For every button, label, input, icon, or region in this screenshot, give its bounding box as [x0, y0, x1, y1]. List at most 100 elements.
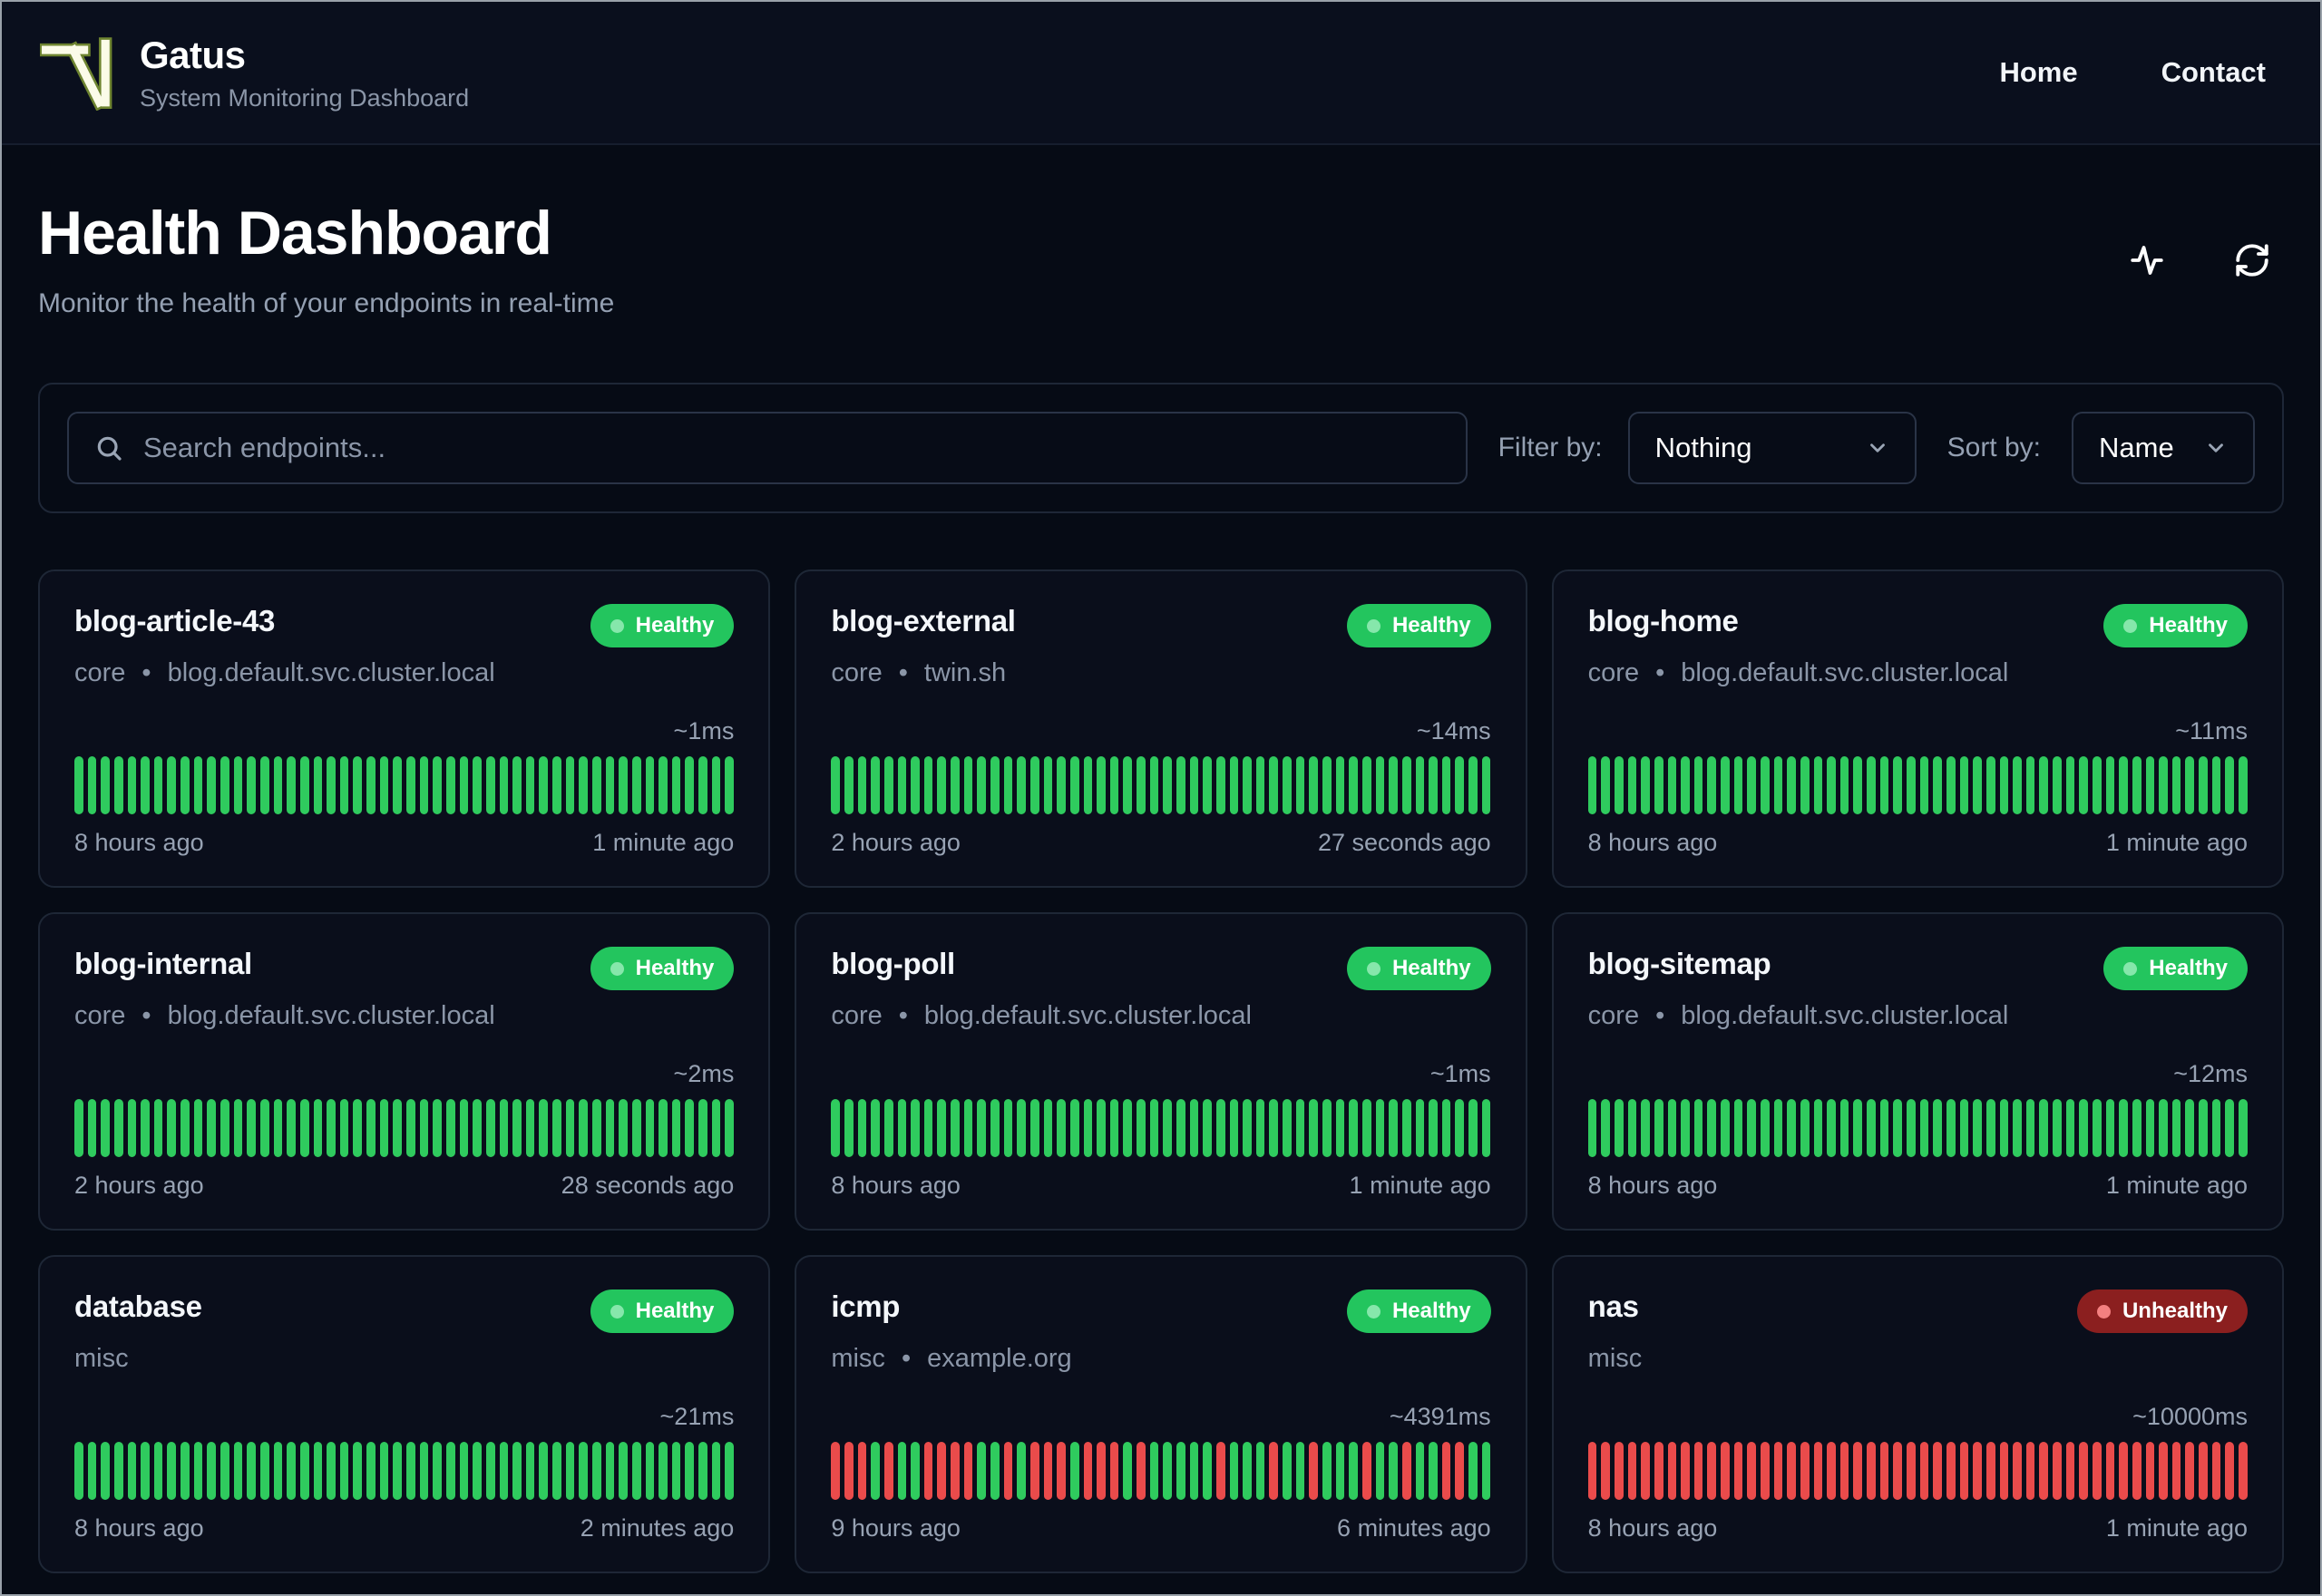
status-badge: Healthy	[590, 604, 735, 647]
history-bar-down	[2093, 1442, 2102, 1500]
history-bar-up	[366, 1099, 376, 1157]
history-bar-down	[1137, 1442, 1146, 1500]
history-bar-up	[1985, 756, 1995, 814]
history-bar-up	[353, 1099, 363, 1157]
status-dot-icon	[2096, 1304, 2111, 1319]
endpoint-group: misc	[1587, 1344, 1643, 1373]
endpoint-card[interactable]: nas Unhealthy misc • ~10000ms 8 hours ag…	[1551, 1255, 2284, 1573]
brand: Gatus System Monitoring Dashboard	[140, 34, 469, 112]
history-bar-up	[2025, 756, 2035, 814]
status-dot-icon	[1366, 618, 1381, 633]
history-bar-down	[1721, 1442, 1730, 1500]
history-bar-up	[1176, 1442, 1185, 1500]
history-bar-up	[180, 1442, 190, 1500]
history-bar-up	[1627, 756, 1637, 814]
endpoint-card[interactable]: blog-home Healthy core • blog.default.sv…	[1551, 569, 2284, 888]
app-name: Gatus	[140, 33, 246, 76]
history-bar-up	[883, 1099, 893, 1157]
history-bar-down	[1601, 1442, 1610, 1500]
history-bar-up	[2093, 1099, 2102, 1157]
refresh-icon[interactable]	[2233, 241, 2271, 279]
history-bar-down	[2185, 1442, 2195, 1500]
history-bar-up	[1137, 756, 1146, 814]
activity-icon[interactable]	[2128, 241, 2166, 279]
history-bar-up	[1973, 1099, 1982, 1157]
endpoint-card[interactable]: blog-external Healthy core • twin.sh ~14…	[795, 569, 1527, 888]
history-bar-up	[1907, 756, 1916, 814]
history-bar-up	[273, 1099, 283, 1157]
history-bar-down	[1760, 1442, 1770, 1500]
history-bar-up	[1149, 1442, 1159, 1500]
history-bar-up	[101, 1442, 110, 1500]
history-bar-up	[1839, 756, 1849, 814]
history-bar-up	[299, 1442, 309, 1500]
history-bar-up	[1667, 1099, 1677, 1157]
status-dot-icon	[610, 961, 624, 976]
endpoint-card[interactable]: blog-sitemap Healthy core • blog.default…	[1551, 912, 2284, 1231]
filter-select[interactable]: Nothing	[1627, 412, 1917, 484]
status-badge: Healthy	[590, 1289, 735, 1333]
history-bar-down	[1773, 1442, 1783, 1500]
history-bar-up	[1322, 1099, 1332, 1157]
history-bar-up	[951, 1099, 960, 1157]
time-range: 8 hours ago 1 minute ago	[74, 829, 734, 857]
history-bar-up	[233, 1442, 243, 1500]
history-bar-up	[1295, 756, 1305, 814]
endpoint-card[interactable]: blog-internal Healthy core • blog.defaul…	[38, 912, 771, 1231]
history-bar-up	[153, 1099, 163, 1157]
history-bar-down	[2065, 1442, 2075, 1500]
history-bar-up	[1163, 756, 1172, 814]
status-label: Healthy	[1391, 956, 1471, 980]
history-bar-down	[1839, 1442, 1849, 1500]
history-bar-up	[671, 1099, 681, 1157]
sort-select[interactable]: Name	[2072, 412, 2255, 484]
endpoint-card[interactable]: database Healthy misc • ~21ms 8 hours ag…	[38, 1255, 771, 1573]
history-bar-up	[127, 1099, 137, 1157]
history-bar-up	[525, 1442, 535, 1500]
nav-contact-link[interactable]: Contact	[2161, 56, 2266, 89]
history-bar-up	[698, 1442, 707, 1500]
history-bar-up	[1627, 1099, 1637, 1157]
history-bar-up	[2105, 756, 2115, 814]
history-bar-up	[1468, 1442, 1478, 1500]
history-bar-down	[1959, 1442, 1969, 1500]
history-bar-up	[2239, 756, 2248, 814]
time-oldest: 8 hours ago	[1587, 1172, 1718, 1199]
endpoint-group: core	[831, 658, 883, 687]
history-bar-down	[1733, 1442, 1743, 1500]
search-icon	[97, 436, 122, 461]
search-input[interactable]	[143, 432, 1440, 464]
time-oldest: 8 hours ago	[74, 1514, 204, 1542]
history-bar-up	[645, 1099, 655, 1157]
history-bar-up	[1468, 756, 1478, 814]
history-bar-up	[406, 1099, 415, 1157]
history-bar-up	[2025, 1099, 2035, 1157]
history-bar-down	[2053, 1442, 2062, 1500]
history-bar-down	[1707, 1442, 1717, 1500]
status-badge: Healthy	[2103, 947, 2248, 990]
history-bar-down	[2239, 1442, 2248, 1500]
history-bar-up	[685, 1442, 695, 1500]
history-bar-up	[990, 1099, 1000, 1157]
history-bar-up	[1401, 1099, 1411, 1157]
history-bar-up	[433, 1442, 442, 1500]
history-bar-up	[2132, 1099, 2142, 1157]
history-bar-up	[2159, 756, 2168, 814]
nav-home-link[interactable]: Home	[1999, 56, 2077, 89]
history-bar-up	[193, 1099, 203, 1157]
history-bar-up	[539, 756, 549, 814]
endpoint-card[interactable]: icmp Healthy misc • example.org ~4391ms …	[795, 1255, 1527, 1573]
top-bar: Gatus System Monitoring Dashboard Home C…	[2, 2, 2320, 145]
history-bar-up	[393, 1442, 403, 1500]
history-bar-up	[2013, 1099, 2022, 1157]
endpoint-card[interactable]: blog-poll Healthy core • blog.default.sv…	[795, 912, 1527, 1231]
history-bar-up	[247, 1442, 256, 1500]
endpoint-card[interactable]: blog-article-43 Healthy core • blog.defa…	[38, 569, 771, 888]
chevron-down-icon	[2209, 443, 2223, 453]
history-bar-up	[1295, 1442, 1305, 1500]
card-head: blog-external Healthy	[831, 604, 1491, 647]
history-bar-up	[167, 1099, 177, 1157]
endpoint-name: database	[74, 1289, 202, 1323]
status-dot-icon	[1366, 961, 1381, 976]
history-bar-up	[1401, 756, 1411, 814]
